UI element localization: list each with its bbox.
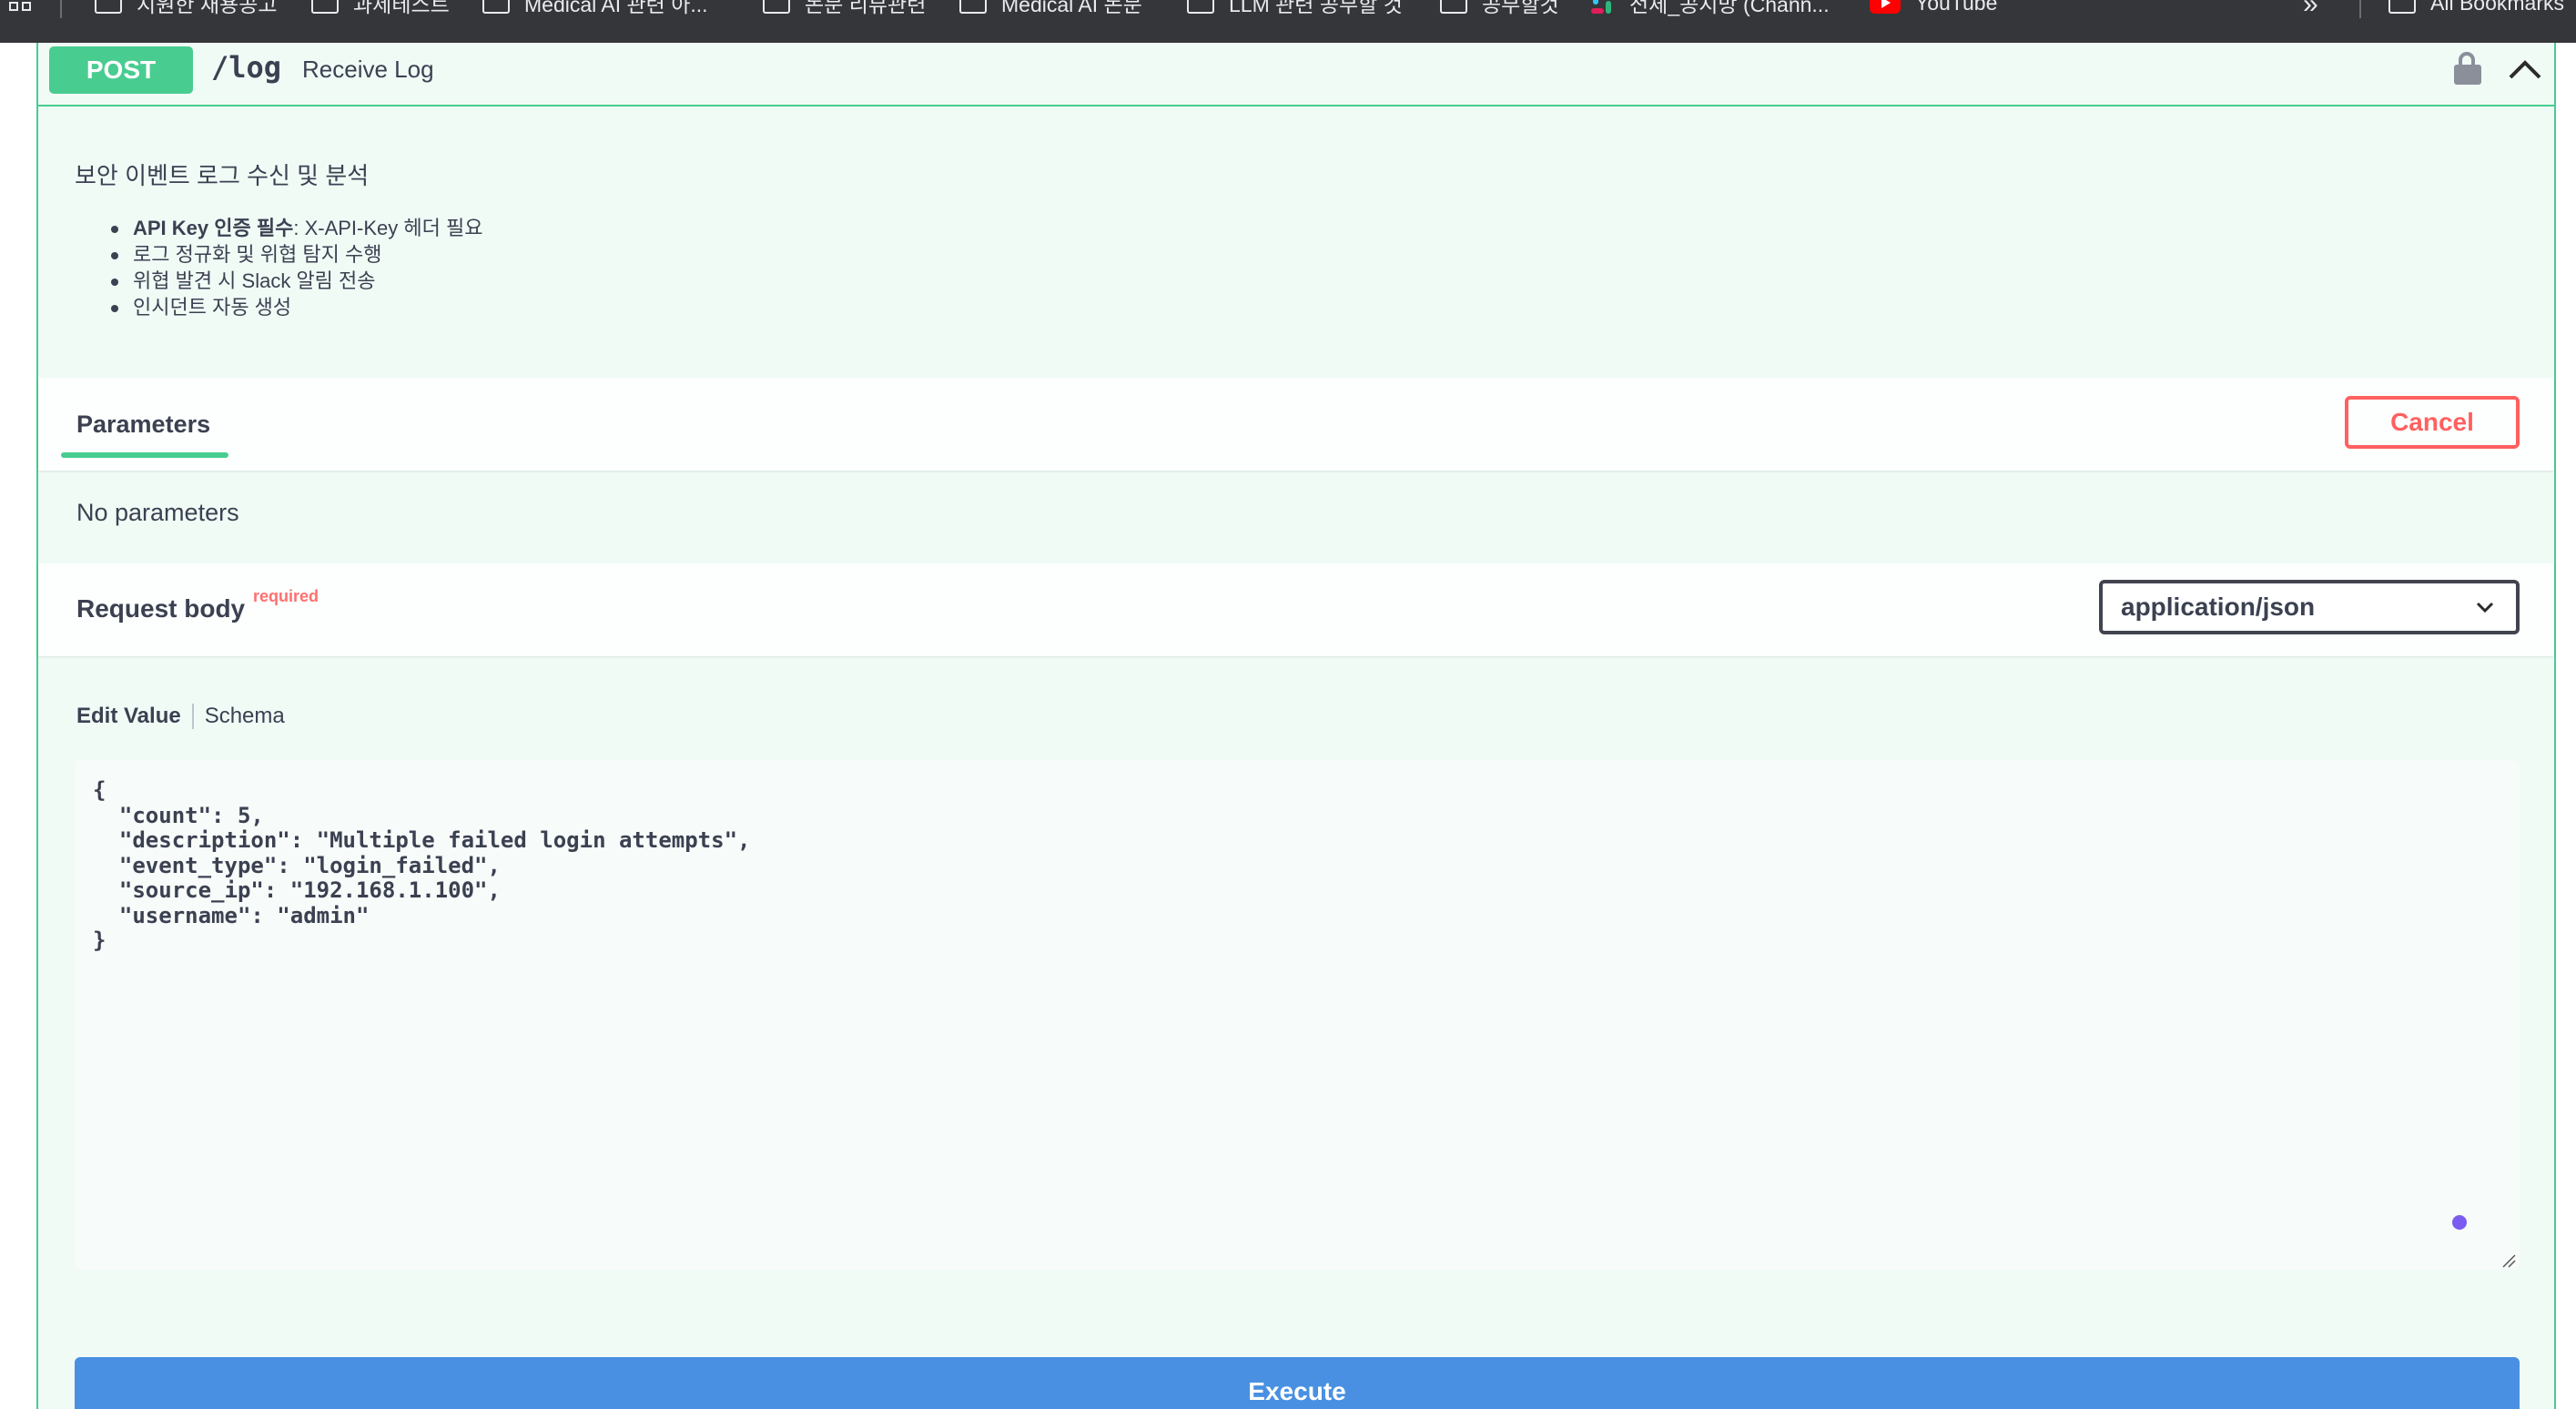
required-badge: required [253,587,319,605]
bookmark-label: 전체_공지방 (Chann... [1629,0,1830,16]
bookmark-item[interactable]: LLM 관련 공부할 것 [1187,0,1403,18]
all-bookmarks-label: All Bookmarks [2430,0,2564,15]
bookmark-item[interactable]: YouTube [1870,0,1997,18]
list-item: 로그 정규화 및 위협 탐지 수행 [111,241,482,268]
list-item: 위협 발견 시 Slack 알림 전송 [111,268,482,294]
tab-edit-value[interactable]: Edit Value [76,704,181,729]
tab-parameters[interactable]: Parameters [76,411,210,439]
list-item: 인시던트 자동 생성 [111,294,482,320]
description-title: 보안 이벤트 로그 수신 및 분석 [75,162,370,189]
folder-icon [482,0,510,14]
bookmark-label: Medical AI 관련 아... [524,0,708,16]
resize-handle-icon[interactable] [2501,1253,2516,1268]
double-chevron-right-icon[interactable]: » [2303,0,2318,20]
bookmark-item[interactable]: 과제테스트 [311,0,450,18]
request-body-header: Request body required application/json [38,563,2554,656]
content-type-select[interactable]: application/json [2099,580,2520,634]
bookmark-item[interactable]: 공부할것 [1440,0,1559,18]
youtube-icon [1870,0,1901,14]
operation-description: 보안 이벤트 로그 수신 및 분석 API Key 인증 필수: X-API-K… [75,157,482,320]
bookmark-label: Medical AI 논문 [1001,0,1142,16]
content-type-value: application/json [2121,593,2316,621]
bookmark-label: 과제테스트 [353,0,450,16]
bookmarks-bar: 지원한 채용공고 과제테스트 Medical AI 관련 아... 논문 리뷰관… [0,0,2576,43]
folder-icon [1440,0,1467,14]
slack-icon [1589,0,1615,15]
tab-divider [191,704,194,729]
list-item-bold: API Key 인증 필수 [133,217,294,239]
grammar-assistant-icon[interactable] [2452,1215,2467,1230]
bookmark-item[interactable]: 전체_공지방 (Chann... [1589,0,1830,18]
bookmark-label: 지원한 채용공고 [137,0,278,16]
chevron-up-icon[interactable] [2507,56,2543,83]
bookmark-item[interactable]: Medical AI 논문 [959,0,1142,18]
operation-block: POST /log Receive Log 보안 이벤트 로그 수신 및 분석 … [36,43,2556,1409]
request-body-editor[interactable]: { "count": 5, "description": "Multiple f… [75,760,2520,1270]
folder-icon [763,0,790,14]
list-item-text: 위협 발견 시 Slack 알림 전송 [133,269,376,292]
bookmark-label: 공부할것 [1482,0,1559,16]
bookmark-item[interactable]: 지원한 채용공고 [95,0,278,18]
body-tabs: Edit Value Schema [76,704,285,729]
no-parameters-text: No parameters [76,499,239,526]
list-item-text: 로그 정규화 및 위협 탐지 수행 [133,243,382,266]
bookmarks-divider [2359,0,2361,18]
tab-active-indicator [61,452,228,458]
parameters-header: Parameters Cancel [38,378,2554,471]
lock-icon[interactable] [2454,52,2481,85]
list-item: API Key 인증 필수: X-API-Key 헤더 필요 [111,215,482,241]
all-bookmarks-button[interactable]: All Bookmarks [2388,0,2564,18]
bookmark-label: LLM 관련 공부할 것 [1229,0,1403,16]
bookmark-label: YouTube [1915,0,1998,15]
folder-icon [959,0,987,14]
apps-grid-icon[interactable] [9,0,35,15]
http-method-badge: POST [49,46,193,94]
folder-icon [311,0,339,14]
list-item-text: 인시던트 자동 생성 [133,296,292,319]
cancel-button[interactable]: Cancel [2345,396,2520,449]
folder-icon [2388,0,2416,14]
request-body-title: Request body [76,594,246,623]
folder-icon [1187,0,1214,14]
chevron-down-icon [2476,602,2494,613]
list-item-text: : X-API-Key 헤더 필요 [293,217,483,239]
description-list: API Key 인증 필수: X-API-Key 헤더 필요 로그 정규화 및 … [111,215,482,320]
tab-schema[interactable]: Schema [205,704,285,729]
bookmarks-divider [60,0,62,18]
operation-summary-text: Receive Log [302,56,434,83]
operation-summary[interactable]: POST /log Receive Log [38,43,2554,106]
bookmark-item[interactable]: Medical AI 관련 아... [482,0,708,18]
bookmark-label: 논문 리뷰관련 [805,0,927,16]
execute-button[interactable]: Execute [75,1357,2520,1409]
folder-icon [95,0,122,14]
endpoint-path: /log [211,50,282,85]
bookmark-item[interactable]: 논문 리뷰관련 [763,0,926,18]
